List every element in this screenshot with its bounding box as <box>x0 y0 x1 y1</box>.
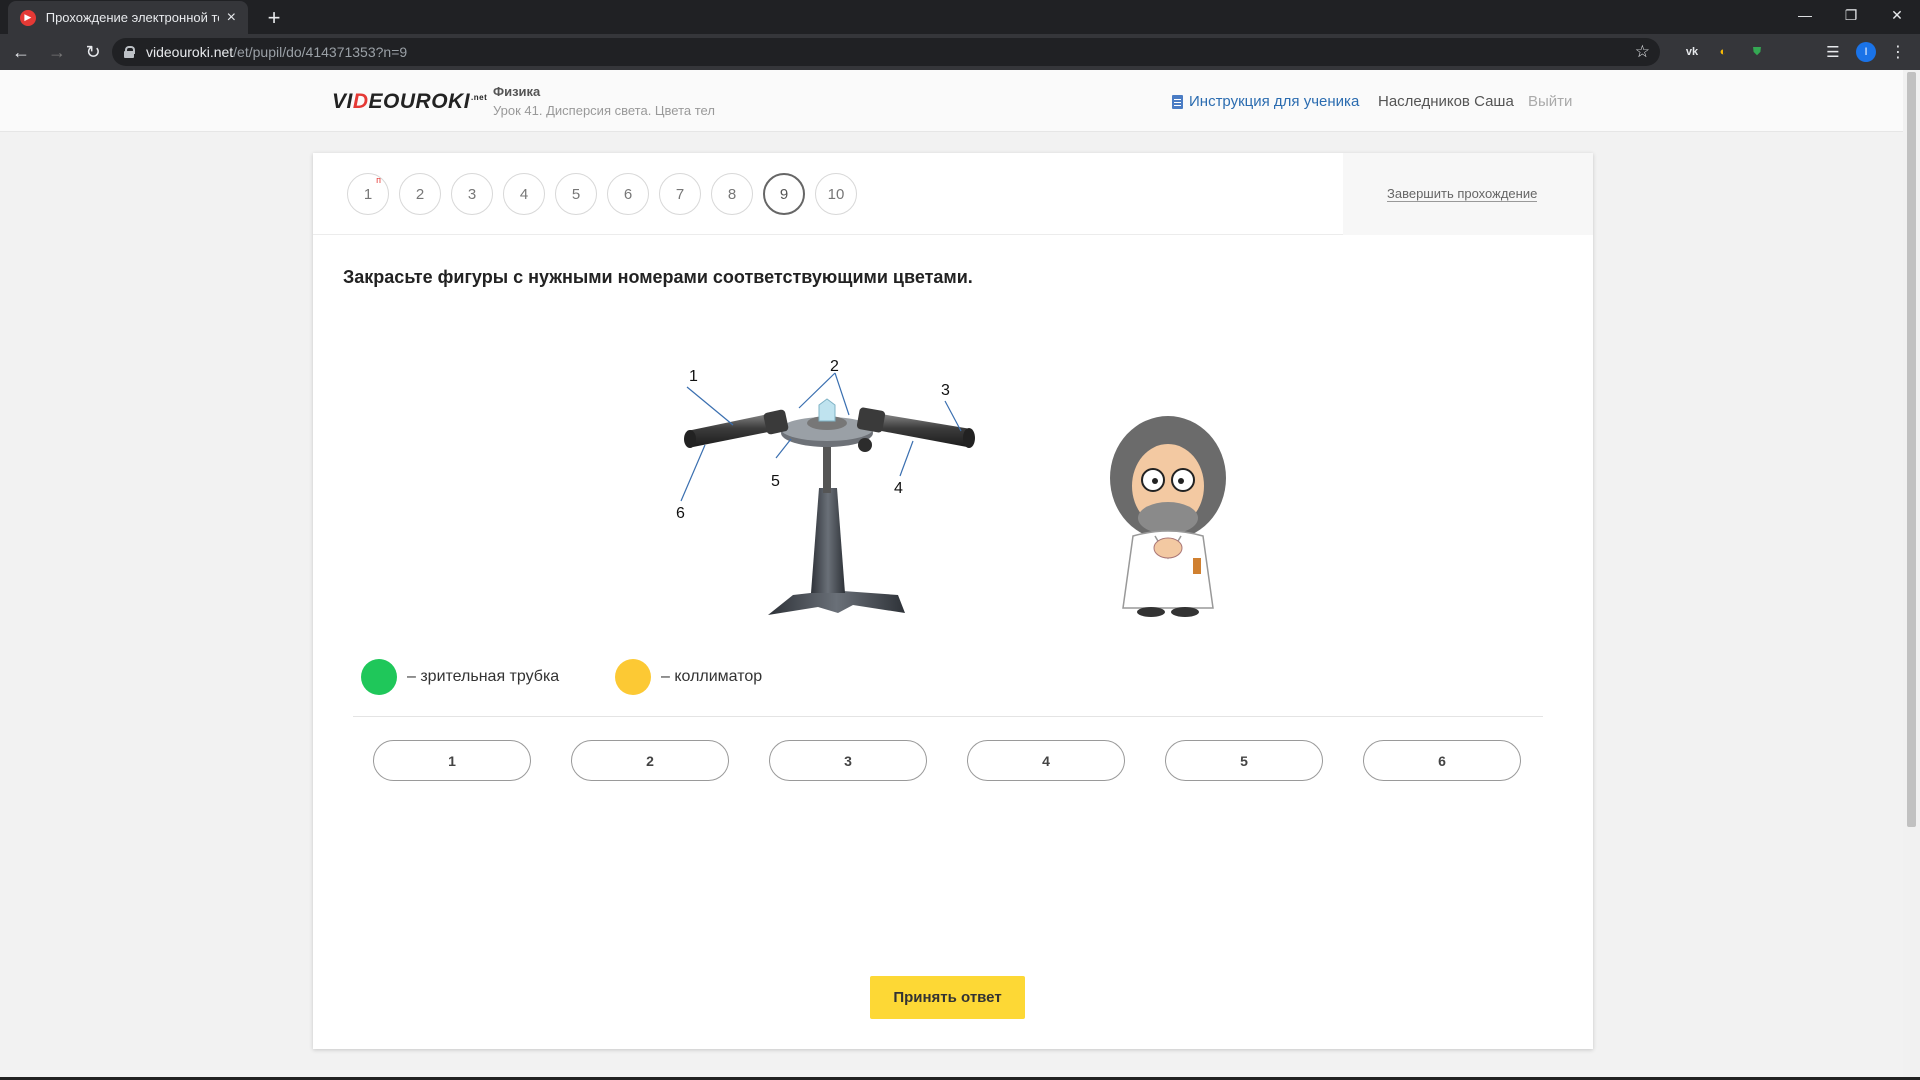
divider <box>353 716 1543 717</box>
figure-label-1: 1 <box>689 368 698 385</box>
figure-label-2: 2 <box>830 358 839 375</box>
figure-label-6: 6 <box>676 505 685 522</box>
url-host: videouroki.net <box>146 44 234 60</box>
step-1-label: 1 <box>363 185 373 203</box>
submit-answer-button[interactable]: Принять ответ <box>870 976 1025 1019</box>
left-tube-clamp <box>763 409 789 435</box>
logo-text-a: VI <box>332 90 353 113</box>
step-8[interactable]: 8 <box>711 173 753 215</box>
instructions-link[interactable]: Инструкция для ученика <box>1172 93 1359 110</box>
forward-icon[interactable]: → <box>42 37 72 67</box>
step-4[interactable]: 4 <box>503 173 545 215</box>
instructions-label: Инструкция для ученика <box>1189 93 1360 110</box>
answer-option-4[interactable]: 4 <box>967 740 1125 781</box>
right-tube <box>871 413 971 447</box>
question-text: Закрасьте фигуры с нужными номерами соот… <box>343 267 973 287</box>
user-name: Наследников Саша <box>1378 93 1514 110</box>
legend-telescope-label: – зрительная трубка <box>407 668 560 685</box>
right-tube-clamp <box>856 407 886 433</box>
logo-suffix: .net <box>471 93 488 102</box>
step-5[interactable]: 5 <box>555 173 597 215</box>
finish-panel: Завершить прохождение <box>1343 153 1593 235</box>
document-icon <box>1172 94 1183 109</box>
finish-link[interactable]: Завершить прохождение <box>1387 186 1538 202</box>
task-card: 1 п 2 3 4 5 6 7 8 9 10 Завершить прохожд… <box>313 153 1593 1049</box>
address-bar[interactable]: videouroki.net /et/pupil/do/414371353?n=… <box>112 38 1660 66</box>
green-color-swatch[interactable] <box>361 659 397 695</box>
youtube-favicon-icon: ▶ <box>20 9 36 26</box>
window-controls: — ❐ ✕ <box>1782 0 1920 34</box>
lesson-title: Урок 41. Дисперсия света. Цвета тел <box>493 103 715 118</box>
legend-collimator: – коллиматор <box>615 659 762 695</box>
scrollbar-thumb[interactable] <box>1907 72 1916 827</box>
site-header: VIDEOUROKI.net Физика Урок 41. Дисперсия… <box>0 70 1920 132</box>
subject-title: Физика <box>493 84 541 99</box>
yellow-color-swatch[interactable] <box>615 659 651 695</box>
adjust-knob <box>858 438 872 452</box>
close-window-icon[interactable]: ✕ <box>1874 0 1920 30</box>
figure-label-5: 5 <box>771 473 780 490</box>
legend-telescope: – зрительная трубка <box>361 659 559 695</box>
new-tab-icon[interactable]: + <box>260 4 288 32</box>
step-6[interactable]: 6 <box>607 173 649 215</box>
legend-collimator-label: – коллиматор <box>661 668 763 685</box>
lock-icon <box>124 46 135 58</box>
answer-option-6[interactable]: 6 <box>1363 740 1521 781</box>
step-2[interactable]: 2 <box>399 173 441 215</box>
right-slit-end <box>963 428 975 448</box>
step-7[interactable]: 7 <box>659 173 701 215</box>
answer-option-2[interactable]: 2 <box>571 740 729 781</box>
media-control-icon[interactable]: ☰ <box>1823 42 1843 62</box>
coin-extension-icon[interactable]: ◐ <box>1713 42 1733 62</box>
page-scrollbar[interactable] <box>1903 70 1920 1080</box>
browser-tab[interactable]: ▶ Прохождение электронной тетр × <box>8 1 248 34</box>
step-9-current[interactable]: 9 <box>763 173 805 215</box>
step-1-mark: п <box>376 175 381 185</box>
answer-option-5[interactable]: 5 <box>1165 740 1323 781</box>
restore-icon[interactable]: ❐ <box>1828 0 1874 30</box>
answer-option-1[interactable]: 1 <box>373 740 531 781</box>
vk-extension-icon[interactable]: vk <box>1682 42 1702 62</box>
shield-extension-icon[interactable]: ⛊ <box>1747 42 1767 62</box>
step-3[interactable]: 3 <box>451 173 493 215</box>
spectroscope-figure: 1 2 3 4 5 6 <box>676 358 975 615</box>
videouroki-logo[interactable]: VIDEOUROKI.net <box>332 90 487 114</box>
professor-illustration <box>1110 416 1226 617</box>
step-10[interactable]: 10 <box>815 173 857 215</box>
browser-toolbar: ← → ↻ videouroki.net /et/pupil/do/414371… <box>0 34 1920 70</box>
figure-label-4: 4 <box>894 480 903 497</box>
logout-link[interactable]: Выйти <box>1528 93 1572 110</box>
tab-title: Прохождение электронной тетр <box>45 10 219 25</box>
reload-icon[interactable]: ↻ <box>78 37 108 67</box>
steps-bar: 1 п 2 3 4 5 6 7 8 9 10 Завершить прохожд… <box>313 153 1593 235</box>
stand-column <box>811 488 845 593</box>
back-icon[interactable]: ← <box>6 37 36 67</box>
logo-text-c: EOUROKI <box>368 90 471 113</box>
bookmark-star-icon[interactable]: ☆ <box>1635 42 1650 62</box>
profile-avatar-icon[interactable]: I <box>1856 42 1876 62</box>
url-path: /et/pupil/do/414371353?n=9 <box>233 44 408 60</box>
professor-beard <box>1138 502 1198 534</box>
answer-option-3[interactable]: 3 <box>769 740 927 781</box>
close-tab-icon[interactable]: × <box>227 9 236 27</box>
step-1[interactable]: 1 п <box>347 173 389 215</box>
minimize-icon[interactable]: — <box>1782 0 1828 30</box>
left-eyepiece <box>684 430 696 448</box>
browser-menu-icon[interactable]: ⋮ <box>1888 42 1908 62</box>
prism <box>818 398 836 422</box>
browser-titlebar: ▶ Прохождение электронной тетр × + — ❐ ✕ <box>0 0 1920 34</box>
logo-text-b: D <box>352 90 369 113</box>
figure-label-3: 3 <box>941 382 950 399</box>
